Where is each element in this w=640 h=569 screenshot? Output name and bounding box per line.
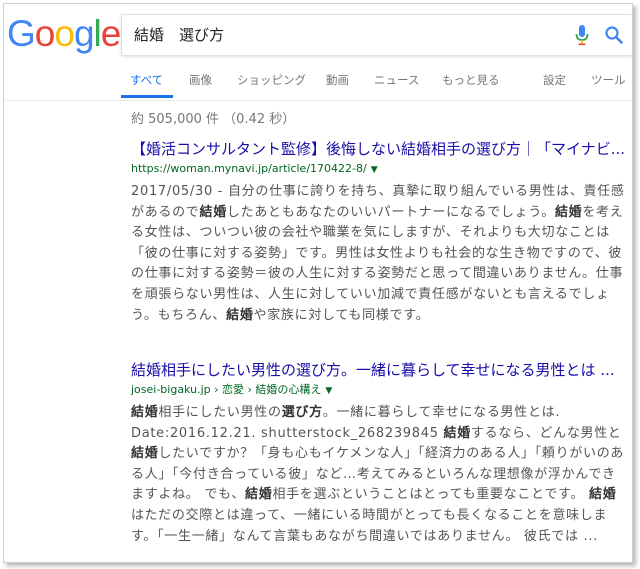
search-result-2: 結婚相手にしたい男性の選び方。一緒に暮らして幸せになる男性とは ... jose… bbox=[131, 360, 626, 547]
search-input[interactable]: 結婚 選び方 bbox=[134, 24, 554, 46]
snippet-text: するなら、どんな男性と bbox=[470, 425, 622, 441]
snippet-keyword: 結婚 bbox=[226, 307, 254, 323]
search-box[interactable]: 結婚 選び方 bbox=[121, 14, 632, 56]
result-title-link[interactable]: 【婚活コンサルタント監修】後悔しない結婚相手の選び方｜「マイナビ... bbox=[131, 139, 626, 159]
url-dropdown-icon[interactable]: ▼ bbox=[371, 165, 378, 175]
url-dropdown-icon[interactable]: ▼ bbox=[325, 386, 332, 396]
microphone-icon[interactable] bbox=[574, 24, 590, 46]
tab-news[interactable]: ニュース bbox=[374, 72, 419, 88]
tab-more[interactable]: もっと見る bbox=[442, 72, 500, 88]
result-stats: 約 505,000 件 （0.42 秒） bbox=[131, 112, 296, 127]
result-url: https://woman.mynavi.jp/article/170422-8… bbox=[131, 162, 378, 175]
snippet-text: はただの交際とは違って、一緒にいる時間がとっても長くなることを意味します。「一生… bbox=[131, 507, 608, 544]
snippet-text: を考える女性は、ついつい彼の会社や職業を気にしますが、それよりも大切なことは「彼… bbox=[131, 204, 624, 323]
search-icon[interactable] bbox=[604, 25, 624, 45]
browser-frame: Google 結婚 選び方 すべて 画像 ショッピング 動画 ニュース もっと見… bbox=[3, 3, 633, 563]
search-result-1: 【婚活コンサルタント監修】後悔しない結婚相手の選び方｜「マイナビ... http… bbox=[131, 139, 626, 326]
snippet-text: 相手を選ぶということはとっても重要なことです。 bbox=[272, 487, 590, 503]
result-title-link[interactable]: 結婚相手にしたい男性の選び方。一緒に暮らして幸せになる男性とは ... bbox=[131, 360, 626, 380]
tab-shopping[interactable]: ショッピング bbox=[237, 72, 306, 88]
tab-tools[interactable]: ツール bbox=[591, 72, 626, 88]
snippet-keyword: 結婚 bbox=[131, 405, 159, 420]
result-url: josei-bigaku.jp › 恋愛 › 結婚の心構え ▼ bbox=[131, 383, 333, 396]
snippet-keyword: 結婚 bbox=[589, 487, 617, 503]
tab-images[interactable]: 画像 bbox=[189, 72, 212, 88]
tab-all[interactable]: すべて bbox=[130, 72, 163, 88]
active-tab-indicator bbox=[121, 95, 173, 98]
snippet-keyword: 結婚 bbox=[245, 487, 273, 503]
google-logo[interactable]: Google bbox=[7, 10, 121, 58]
result-snippet: 2017/05/30 - 自分の仕事に誇りを持ち、真摯に取り組んでいる男性は、責… bbox=[131, 182, 626, 326]
snippet-keyword: 結婚 bbox=[199, 204, 227, 220]
result-snippet: 結婚相手にしたい男性の選び方。一緒に暮らして幸せになる男性とは. Date:20… bbox=[131, 403, 626, 547]
search-header: Google 結婚 選び方 すべて 画像 ショッピング 動画 ニュース もっと見… bbox=[4, 4, 632, 101]
snippet-keyword: 結婚 bbox=[443, 425, 471, 441]
snippet-text: したあともあなたのいいパートナーになるでしょう。 bbox=[226, 204, 555, 220]
tab-videos[interactable]: 動画 bbox=[326, 72, 349, 88]
snippet-text: 相手にしたい男性の bbox=[158, 405, 282, 420]
snippet-keyword: 選び方 bbox=[281, 405, 323, 420]
tab-settings[interactable]: 設定 bbox=[543, 72, 566, 88]
snippet-keyword: 結婚 bbox=[131, 446, 159, 462]
snippet-keyword: 結婚 bbox=[554, 204, 583, 220]
snippet-text: や家族に対しても同様です。 bbox=[253, 307, 430, 323]
